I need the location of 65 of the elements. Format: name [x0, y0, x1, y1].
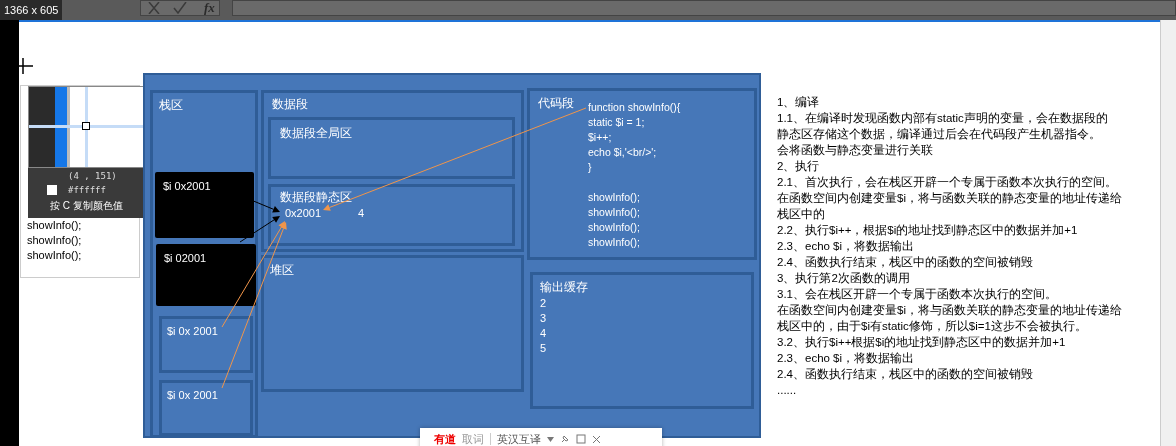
- color-swatch: [47, 185, 57, 195]
- brand-label: 有道: [434, 433, 456, 445]
- area-title: 数据段全局区: [280, 126, 352, 140]
- note-line: ......: [777, 383, 798, 398]
- code-line: showInfo();: [588, 220, 641, 235]
- pin-icon[interactable]: [560, 434, 570, 444]
- code-line: showInfo();: [588, 205, 641, 220]
- address-text: 0x2001: [285, 207, 322, 220]
- note-line: 栈区中的，由于$i有static修饰，所以$i=1这步不会被执行。: [777, 319, 1088, 334]
- output-line: 4: [540, 326, 547, 341]
- note-line: 3.2、执行$i++根据$i的地址找到静态区中的数据并加+1: [777, 335, 1067, 350]
- code-line: showInfo();: [27, 233, 82, 248]
- code-line: showInfo();: [27, 218, 82, 233]
- area-title: 代码段: [538, 96, 574, 110]
- note-line: 在函数空间内创建变量$i，将与函数关联的静态变量的地址传递给: [777, 191, 1122, 206]
- copy-hint-text: 按 C 复制颜色值: [50, 199, 123, 213]
- code-line: showInfo();: [588, 235, 641, 250]
- function-label[interactable]: fx: [204, 0, 215, 16]
- note-line: 2.4、函数执行结束，栈区中的函数的空间被销毁: [777, 255, 1034, 270]
- check-icon[interactable]: [173, 2, 187, 14]
- value-text: 4: [358, 207, 365, 220]
- note-line: 3、执行第2次函数的调用: [777, 271, 911, 286]
- language-dropdown[interactable]: 英汉互译: [497, 433, 541, 445]
- note-line: 会将函数与静态变量进行关联: [777, 143, 934, 158]
- variable-label: $i 0x 2001: [167, 389, 218, 402]
- note-line: 2.3、echo $i，将数据输出: [777, 239, 916, 254]
- note-line: 1、编译: [777, 95, 821, 110]
- coordinates-text: (4 , 151): [68, 170, 117, 182]
- area-title: 数据段: [272, 97, 308, 111]
- area-title: 栈区: [159, 98, 183, 112]
- close-icon[interactable]: [592, 434, 601, 444]
- note-line: 2、执行: [777, 159, 821, 174]
- color-hex-text: #ffffff: [68, 184, 106, 196]
- note-line: 栈区中的: [777, 207, 826, 222]
- output-line: 2: [540, 296, 547, 311]
- code-line: $i++;: [588, 130, 613, 145]
- cancel-icon[interactable]: [147, 2, 161, 14]
- window-icon[interactable]: [576, 434, 586, 444]
- output-line: 5: [540, 341, 547, 356]
- note-line: 3.1、会在栈区开辟一个专属于函数本次执行的空间。: [777, 287, 1058, 302]
- note-line: 2.4、函数执行结束，栈区中的函数的空间被销毁: [777, 367, 1034, 382]
- output-line: 3: [540, 311, 547, 326]
- area-title: 输出缓存: [540, 280, 588, 294]
- variable-label: $i 0x 2001: [167, 325, 218, 338]
- area-title: 堆区: [270, 263, 294, 277]
- note-line: 2.3、echo $i，将数据输出: [777, 351, 916, 366]
- variable-label: $i 02001: [164, 252, 207, 265]
- note-line: 静态区存储这个数据，编译通过后会在代码段产生机器指令。: [777, 127, 1102, 142]
- code-line: static $i = 1;: [588, 115, 646, 130]
- code-line: showInfo();: [27, 248, 82, 263]
- mode-button[interactable]: 取词: [462, 433, 484, 445]
- code-line: echo $i,'<br/>';: [588, 145, 658, 160]
- size-badge: 1366 x 605: [0, 0, 63, 20]
- code-line: showInfo();: [588, 190, 641, 205]
- note-line: 2.1、首次执行，会在栈区开辟一个专属于函数本次执行的空间。: [777, 175, 1118, 190]
- note-line: 1.1、在编译时发现函数内部有static声明的变量，会在数据段的: [777, 111, 1109, 126]
- variable-label: $i 0x2001: [163, 180, 211, 193]
- caret-icon[interactable]: [547, 436, 554, 442]
- formula-bar[interactable]: [232, 0, 1176, 16]
- note-line: 在函数空间内创建变量$i，将与函数关联的静态变量的地址传递给: [777, 303, 1122, 318]
- area-title: 数据段静态区: [280, 190, 352, 204]
- note-line: 2.2、执行$i++，根据$i的地址找到静态区中的数据并加+1: [777, 223, 1079, 238]
- scrollbar[interactable]: [1160, 20, 1176, 446]
- code-line: function showInfo(){: [588, 100, 681, 115]
- code-line: }: [588, 160, 593, 175]
